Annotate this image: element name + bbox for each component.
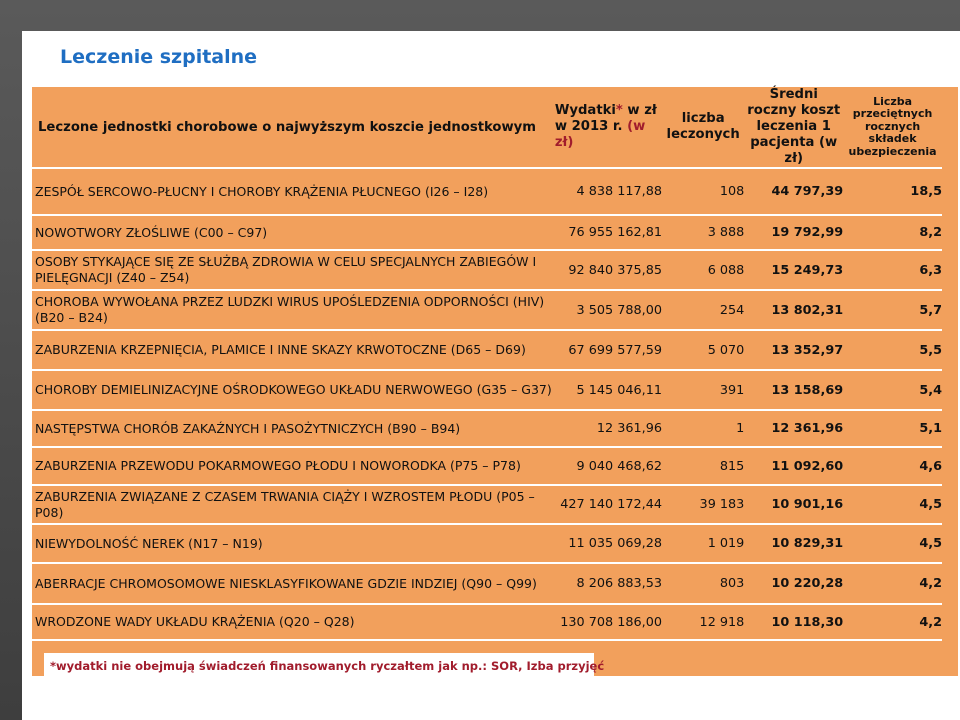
row-treated: 803 <box>719 576 745 591</box>
row-treated: 108 <box>719 184 745 199</box>
header-avg-cost: Średni roczny koszt leczenia 1 pacjenta … <box>747 87 841 166</box>
row-avg-cost: 15 249,73 <box>771 262 844 278</box>
row-name: NIEWYDOLNOŚĆ NEREK (N17 – N19) <box>35 535 263 551</box>
data-table: Leczone jednostki chorobowe o najwyższym… <box>32 87 942 641</box>
row-treated: 6 088 <box>707 262 745 278</box>
row-treated: 254 <box>719 302 745 318</box>
row-name: CHOROBY DEMIELINIZACYJNE OŚRODKOWEGO UKŁ… <box>35 382 552 397</box>
footnote: *wydatki nie obejmują świadczeń finansow… <box>50 659 605 673</box>
row-name: NOWOTWORY ZŁOŚLIWE (C00 – C97) <box>35 224 268 240</box>
table-row: NASTĘPSTWA CHORÓB ZAKAŹNYCH I PASOŻYTNIC… <box>32 410 942 447</box>
row-avg-cost: 44 797,39 <box>771 184 844 199</box>
row-treated: 391 <box>719 382 745 398</box>
row-name: WRODZONE WADY UKŁADU KRĄŻENIA (Q20 – Q28… <box>35 614 355 629</box>
table-row: CHOROBA WYWOŁANA PRZEZ LUDZKI WIRUS UPOŚ… <box>32 290 942 330</box>
row-contributions: 4,5 <box>919 536 942 551</box>
row-treated: 12 918 <box>699 614 745 630</box>
row-contributions: 18,5 <box>910 184 942 199</box>
data-table-container: Leczone jednostki chorobowe o najwyższym… <box>32 87 958 676</box>
row-avg-cost: 10 118,30 <box>771 614 844 630</box>
row-expenses: 92 840 375,85 <box>568 262 662 278</box>
row-avg-cost: 13 802,31 <box>771 302 844 318</box>
row-treated: 815 <box>719 458 745 474</box>
row-name: CHOROBA WYWOŁANA PRZEZ LUDZKI WIRUS UPOŚ… <box>35 294 545 325</box>
row-avg-cost: 10 829,31 <box>771 536 844 551</box>
row-name: ZABURZENIA ZWIĄZANE Z CZASEM TRWANIA CIĄ… <box>35 488 535 520</box>
header-contributions: Liczba przeciętnych rocznych składek ube… <box>848 94 937 158</box>
row-avg-cost: 12 361,96 <box>771 421 844 436</box>
row-avg-cost: 13 352,97 <box>771 342 844 358</box>
row-name: ZABURZENIA PRZEWODU POKARMOWEGO PŁODU I … <box>35 458 521 473</box>
row-expenses: 76 955 162,81 <box>568 225 662 240</box>
row-contributions: 8,2 <box>919 225 942 240</box>
row-contributions: 5,7 <box>919 302 942 318</box>
table-row: NOWOTWORY ZŁOŚLIWE (C00 – C97) 76 955 16… <box>32 215 942 250</box>
row-expenses: 12 361,96 <box>596 421 662 436</box>
table-row: ZABURZENIA ZWIĄZANE Z CZASEM TRWANIA CIĄ… <box>32 485 942 524</box>
slide-title: Leczenie szpitalne <box>60 46 258 68</box>
header-treated: liczba leczonych <box>666 111 740 142</box>
row-treated: 39 183 <box>699 497 745 512</box>
table-row: OSOBY STYKAJĄCE SIĘ ZE SŁUŻBĄ ZDROWIA W … <box>32 250 942 290</box>
table-row: ABERRACJE CHROMOSOMOWE NIESKLASYFIKOWANE… <box>32 563 942 604</box>
row-expenses: 67 699 577,59 <box>568 342 662 358</box>
row-expenses: 4 838 117,88 <box>576 184 662 199</box>
row-contributions: 4,2 <box>919 614 942 630</box>
row-contributions: 5,4 <box>919 382 942 398</box>
row-expenses: 11 035 069,28 <box>568 536 662 551</box>
row-expenses: 5 145 046,11 <box>576 382 662 398</box>
table-header-row: Leczone jednostki chorobowe o najwyższym… <box>32 87 942 168</box>
row-contributions: 6,3 <box>919 262 942 278</box>
slide: Leczenie szpitalne Leczone jednostki cho… <box>22 31 960 720</box>
row-contributions: 5,5 <box>919 342 942 358</box>
row-contributions: 4,2 <box>919 576 942 591</box>
table-row: ZABURZENIA PRZEWODU POKARMOWEGO PŁODU I … <box>32 447 942 485</box>
row-name: OSOBY STYKAJĄCE SIĘ ZE SŁUŻBĄ ZDROWIA W … <box>35 254 537 285</box>
row-treated: 5 070 <box>707 342 745 358</box>
row-name: ZABURZENIA KRZEPNIĘCIA, PLAMICE I INNE S… <box>35 342 526 357</box>
table-row: WRODZONE WADY UKŁADU KRĄŻENIA (Q20 – Q28… <box>32 604 942 640</box>
row-avg-cost: 13 158,69 <box>771 382 844 398</box>
header-expenses-label: Wydatki* w zł w 2013 r. (w zł) <box>554 103 657 150</box>
row-expenses: 3 505 788,00 <box>576 302 662 318</box>
row-expenses: 9 040 468,62 <box>576 458 662 474</box>
row-avg-cost: 10 901,16 <box>771 497 844 512</box>
row-name: ZESPÓŁ SERCOWO-PŁUCNY I CHOROBY KRĄŻENIA… <box>35 183 489 199</box>
row-avg-cost: 19 792,99 <box>771 225 844 240</box>
row-contributions: 4,5 <box>919 497 942 512</box>
row-avg-cost: 11 092,60 <box>771 458 844 474</box>
header-expenses: Wydatki* w zł w 2013 r. (w zł) <box>552 87 662 168</box>
row-treated: 1 019 <box>707 536 745 551</box>
row-treated: 3 888 <box>707 225 745 240</box>
table-row: ZABURZENIA KRZEPNIĘCIA, PLAMICE I INNE S… <box>32 330 942 370</box>
header-disease: Leczone jednostki chorobowe o najwyższym… <box>38 119 537 135</box>
row-name: ABERRACJE CHROMOSOMOWE NIESKLASYFIKOWANE… <box>35 575 537 591</box>
table-row: NIEWYDOLNOŚĆ NEREK (N17 – N19) 11 035 06… <box>32 524 942 563</box>
row-expenses: 8 206 883,53 <box>576 576 662 591</box>
table-row: ZESPÓŁ SERCOWO-PŁUCNY I CHOROBY KRĄŻENIA… <box>32 168 942 215</box>
row-treated: 1 <box>736 421 745 436</box>
row-contributions: 4,6 <box>919 458 942 474</box>
table-row: CHOROBY DEMIELINIZACYJNE OŚRODKOWEGO UKŁ… <box>32 370 942 410</box>
row-contributions: 5,1 <box>919 421 942 436</box>
row-avg-cost: 10 220,28 <box>771 576 844 591</box>
row-name: NASTĘPSTWA CHORÓB ZAKAŹNYCH I PASOŻYTNIC… <box>35 420 461 436</box>
row-expenses: 427 140 172,44 <box>560 497 662 512</box>
row-expenses: 130 708 186,00 <box>560 614 662 630</box>
